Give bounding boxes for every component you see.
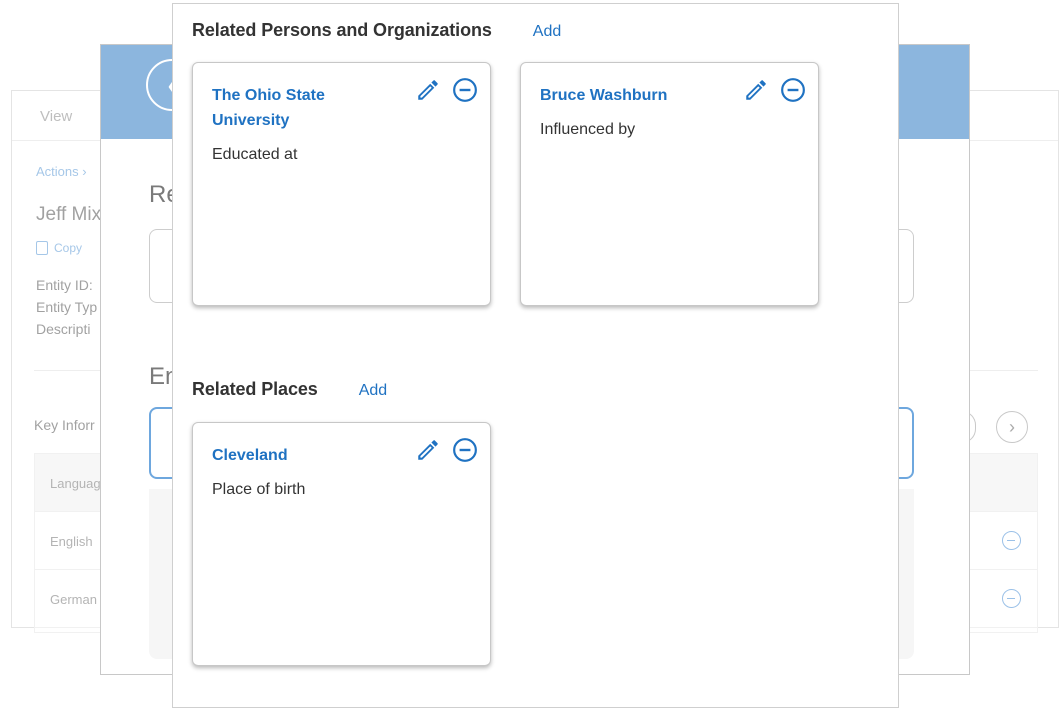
- related-entity-name-link[interactable]: The Ohio State University: [212, 83, 402, 133]
- add-place-button[interactable]: Add: [359, 382, 387, 400]
- entity-title: Jeff Mix: [36, 204, 102, 225]
- copy-label: Copy: [54, 241, 83, 255]
- actions-label: Actions: [36, 164, 79, 179]
- copy-icon: [36, 241, 48, 255]
- remove-row-icon[interactable]: [1002, 589, 1021, 608]
- relation-role: Influenced by: [540, 121, 636, 138]
- pencil-icon[interactable]: [743, 77, 769, 103]
- persons-section-header: Related Persons and Organizations Add: [192, 20, 561, 41]
- entity-id-label: Entity ID:: [36, 277, 93, 293]
- pencil-icon[interactable]: [415, 437, 441, 463]
- relation-role: Educated at: [212, 146, 298, 163]
- relations-panel: Related Persons and Organizations Add Th…: [172, 3, 899, 708]
- relation-card: Bruce Washburn Influenced by: [520, 62, 819, 306]
- minus-circle-icon[interactable]: [452, 437, 478, 463]
- key-information-heading: Key Inforr: [34, 417, 95, 433]
- table-cell-language: English: [50, 534, 93, 549]
- relation-card: Cleveland Place of birth: [192, 422, 491, 666]
- table-cell-language: German: [50, 592, 97, 607]
- pencil-icon[interactable]: [415, 77, 441, 103]
- remove-row-icon[interactable]: [1002, 531, 1021, 550]
- minus-circle-icon[interactable]: [452, 77, 478, 103]
- minus-circle-icon[interactable]: [780, 77, 806, 103]
- actions-menu[interactable]: Actions ›: [36, 164, 87, 179]
- entity-type-label: Entity Typ: [36, 299, 98, 315]
- related-entity-name-link[interactable]: Cleveland: [212, 443, 402, 468]
- next-page-button[interactable]: ›: [996, 411, 1028, 443]
- places-section-header: Related Places Add: [192, 379, 387, 400]
- places-section-title: Related Places: [192, 379, 318, 399]
- add-person-button[interactable]: Add: [533, 23, 561, 41]
- tab-view[interactable]: View: [40, 108, 72, 125]
- relation-role: Place of birth: [212, 481, 306, 498]
- related-entity-name-link[interactable]: Bruce Washburn: [540, 83, 730, 108]
- copy-button[interactable]: Copy: [36, 241, 82, 255]
- language-column-header: Languag: [50, 476, 101, 491]
- persons-section-title: Related Persons and Organizations: [192, 20, 492, 40]
- relation-card: The Ohio State University Educated at: [192, 62, 491, 306]
- description-label: Descripti: [36, 321, 91, 337]
